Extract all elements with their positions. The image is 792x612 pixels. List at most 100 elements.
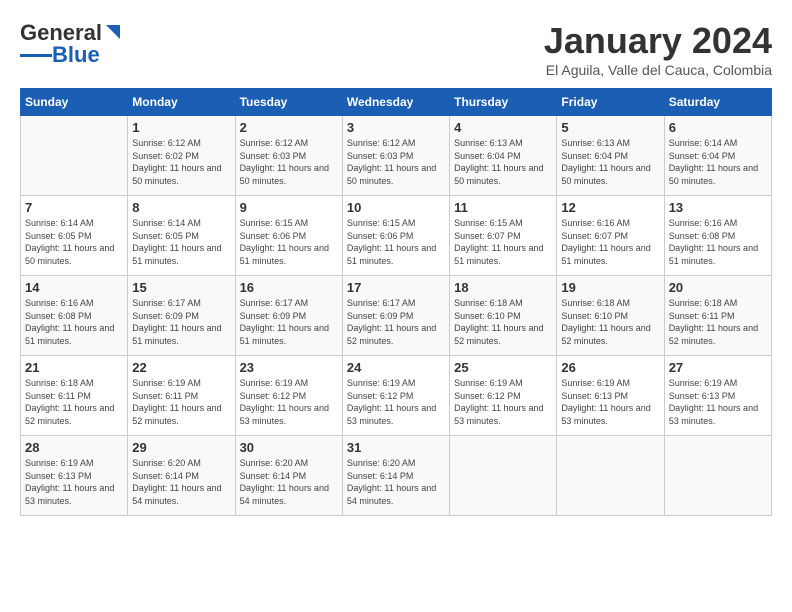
day-number: 6	[669, 120, 767, 135]
cell-info: Sunrise: 6:12 AMSunset: 6:02 PMDaylight:…	[132, 138, 221, 186]
calendar-week-1: 1 Sunrise: 6:12 AMSunset: 6:02 PMDaylight…	[21, 116, 772, 196]
cell-info: Sunrise: 6:18 AMSunset: 6:11 PMDaylight:…	[25, 378, 114, 426]
calendar-cell: 3 Sunrise: 6:12 AMSunset: 6:03 PMDaylight…	[342, 116, 449, 196]
day-number: 10	[347, 200, 445, 215]
calendar-cell	[21, 116, 128, 196]
cell-info: Sunrise: 6:17 AMSunset: 6:09 PMDaylight:…	[132, 298, 221, 346]
day-number: 23	[240, 360, 338, 375]
day-number: 15	[132, 280, 230, 295]
calendar-cell: 10 Sunrise: 6:15 AMSunset: 6:06 PMDayligh…	[342, 196, 449, 276]
calendar-cell: 12 Sunrise: 6:16 AMSunset: 6:07 PMDayligh…	[557, 196, 664, 276]
day-number: 5	[561, 120, 659, 135]
logo-blue: Blue	[52, 42, 100, 68]
cell-info: Sunrise: 6:19 AMSunset: 6:13 PMDaylight:…	[25, 458, 114, 506]
day-number: 28	[25, 440, 123, 455]
day-number: 8	[132, 200, 230, 215]
day-number: 31	[347, 440, 445, 455]
cell-info: Sunrise: 6:20 AMSunset: 6:14 PMDaylight:…	[347, 458, 436, 506]
calendar-cell: 25 Sunrise: 6:19 AMSunset: 6:12 PMDayligh…	[450, 356, 557, 436]
calendar-week-3: 14 Sunrise: 6:16 AMSunset: 6:08 PMDayligh…	[21, 276, 772, 356]
cell-info: Sunrise: 6:14 AMSunset: 6:04 PMDaylight:…	[669, 138, 758, 186]
location: El Aguila, Valle del Cauca, Colombia	[544, 62, 772, 78]
cell-info: Sunrise: 6:19 AMSunset: 6:11 PMDaylight:…	[132, 378, 221, 426]
calendar-cell: 17 Sunrise: 6:17 AMSunset: 6:09 PMDayligh…	[342, 276, 449, 356]
logo-arrow-icon	[102, 23, 122, 43]
calendar-cell: 22Sunrise: 6:19 AMSunset: 6:11 PMDayligh…	[128, 356, 235, 436]
calendar-cell: 8 Sunrise: 6:14 AMSunset: 6:05 PMDaylight…	[128, 196, 235, 276]
day-number: 13	[669, 200, 767, 215]
day-number: 29	[132, 440, 230, 455]
calendar-cell: 9 Sunrise: 6:15 AMSunset: 6:06 PMDaylight…	[235, 196, 342, 276]
cell-info: Sunrise: 6:18 AMSunset: 6:10 PMDaylight:…	[454, 298, 543, 346]
calendar-cell: 28 Sunrise: 6:19 AMSunset: 6:13 PMDayligh…	[21, 436, 128, 516]
calendar-week-4: 21 Sunrise: 6:18 AMSunset: 6:11 PMDayligh…	[21, 356, 772, 436]
day-number: 3	[347, 120, 445, 135]
cell-info: Sunrise: 6:17 AMSunset: 6:09 PMDaylight:…	[347, 298, 436, 346]
cell-info: Sunrise: 6:18 AMSunset: 6:10 PMDaylight:…	[561, 298, 650, 346]
cell-info: Sunrise: 6:16 AMSunset: 6:08 PMDaylight:…	[25, 298, 114, 346]
header-day-monday: Monday	[128, 89, 235, 116]
cell-info: Sunrise: 6:18 AMSunset: 6:11 PMDaylight:…	[669, 298, 758, 346]
calendar-cell: 11Sunrise: 6:15 AMSunset: 6:07 PMDayligh…	[450, 196, 557, 276]
day-number: 19	[561, 280, 659, 295]
page-header: General Blue January 2024 El Aguila, Val…	[20, 20, 772, 78]
cell-info: Sunrise: 6:13 AMSunset: 6:04 PMDaylight:…	[561, 138, 650, 186]
cell-info: Sunrise: 6:15 AMSunset: 6:06 PMDaylight:…	[240, 218, 329, 266]
title-block: January 2024 El Aguila, Valle del Cauca,…	[544, 20, 772, 78]
calendar-cell: 21 Sunrise: 6:18 AMSunset: 6:11 PMDayligh…	[21, 356, 128, 436]
calendar-cell: 4Sunrise: 6:13 AMSunset: 6:04 PMDaylight…	[450, 116, 557, 196]
calendar-cell	[450, 436, 557, 516]
calendar-cell: 13 Sunrise: 6:16 AMSunset: 6:08 PMDayligh…	[664, 196, 771, 276]
header-day-thursday: Thursday	[450, 89, 557, 116]
calendar-cell: 6 Sunrise: 6:14 AMSunset: 6:04 PMDaylight…	[664, 116, 771, 196]
calendar-cell: 5 Sunrise: 6:13 AMSunset: 6:04 PMDaylight…	[557, 116, 664, 196]
calendar-cell	[557, 436, 664, 516]
calendar-cell: 20 Sunrise: 6:18 AMSunset: 6:11 PMDayligh…	[664, 276, 771, 356]
day-number: 18	[454, 280, 552, 295]
cell-info: Sunrise: 6:17 AMSunset: 6:09 PMDaylight:…	[240, 298, 329, 346]
calendar-cell: 31 Sunrise: 6:20 AMSunset: 6:14 PMDayligh…	[342, 436, 449, 516]
calendar-cell: 2Sunrise: 6:12 AMSunset: 6:03 PMDaylight…	[235, 116, 342, 196]
cell-info: Sunrise: 6:13 AMSunset: 6:04 PMDaylight:…	[454, 138, 543, 186]
day-number: 2	[240, 120, 338, 135]
calendar-week-5: 28 Sunrise: 6:19 AMSunset: 6:13 PMDayligh…	[21, 436, 772, 516]
cell-info: Sunrise: 6:20 AMSunset: 6:14 PMDaylight:…	[132, 458, 221, 506]
day-number: 16	[240, 280, 338, 295]
cell-info: Sunrise: 6:20 AMSunset: 6:14 PMDaylight:…	[240, 458, 329, 506]
day-number: 25	[454, 360, 552, 375]
cell-info: Sunrise: 6:19 AMSunset: 6:12 PMDaylight:…	[454, 378, 543, 426]
day-number: 9	[240, 200, 338, 215]
calendar-cell: 15 Sunrise: 6:17 AMSunset: 6:09 PMDayligh…	[128, 276, 235, 356]
calendar-cell: 19 Sunrise: 6:18 AMSunset: 6:10 PMDayligh…	[557, 276, 664, 356]
cell-info: Sunrise: 6:16 AMSunset: 6:07 PMDaylight:…	[561, 218, 650, 266]
cell-info: Sunrise: 6:15 AMSunset: 6:06 PMDaylight:…	[347, 218, 436, 266]
cell-info: Sunrise: 6:19 AMSunset: 6:12 PMDaylight:…	[240, 378, 329, 426]
cell-info: Sunrise: 6:14 AMSunset: 6:05 PMDaylight:…	[25, 218, 114, 266]
cell-info: Sunrise: 6:12 AMSunset: 6:03 PMDaylight:…	[347, 138, 436, 186]
cell-info: Sunrise: 6:19 AMSunset: 6:13 PMDaylight:…	[561, 378, 650, 426]
calendar-cell: 1 Sunrise: 6:12 AMSunset: 6:02 PMDaylight…	[128, 116, 235, 196]
calendar-cell: 29 Sunrise: 6:20 AMSunset: 6:14 PMDayligh…	[128, 436, 235, 516]
calendar-table: SundayMondayTuesdayWednesdayThursdayFrid…	[20, 88, 772, 516]
header-day-friday: Friday	[557, 89, 664, 116]
cell-info: Sunrise: 6:16 AMSunset: 6:08 PMDaylight:…	[669, 218, 758, 266]
calendar-header-row: SundayMondayTuesdayWednesdayThursdayFrid…	[21, 89, 772, 116]
header-day-tuesday: Tuesday	[235, 89, 342, 116]
day-number: 20	[669, 280, 767, 295]
month-title: January 2024	[544, 20, 772, 62]
header-day-saturday: Saturday	[664, 89, 771, 116]
day-number: 21	[25, 360, 123, 375]
day-number: 1	[132, 120, 230, 135]
header-day-sunday: Sunday	[21, 89, 128, 116]
day-number: 30	[240, 440, 338, 455]
day-number: 24	[347, 360, 445, 375]
day-number: 12	[561, 200, 659, 215]
day-number: 17	[347, 280, 445, 295]
calendar-cell: 24 Sunrise: 6:19 AMSunset: 6:12 PMDayligh…	[342, 356, 449, 436]
calendar-week-2: 7Sunrise: 6:14 AMSunset: 6:05 PMDaylight…	[21, 196, 772, 276]
logo: General Blue	[20, 20, 122, 68]
day-number: 14	[25, 280, 123, 295]
cell-info: Sunrise: 6:14 AMSunset: 6:05 PMDaylight:…	[132, 218, 221, 266]
cell-info: Sunrise: 6:19 AMSunset: 6:12 PMDaylight:…	[347, 378, 436, 426]
calendar-cell: 14 Sunrise: 6:16 AMSunset: 6:08 PMDayligh…	[21, 276, 128, 356]
